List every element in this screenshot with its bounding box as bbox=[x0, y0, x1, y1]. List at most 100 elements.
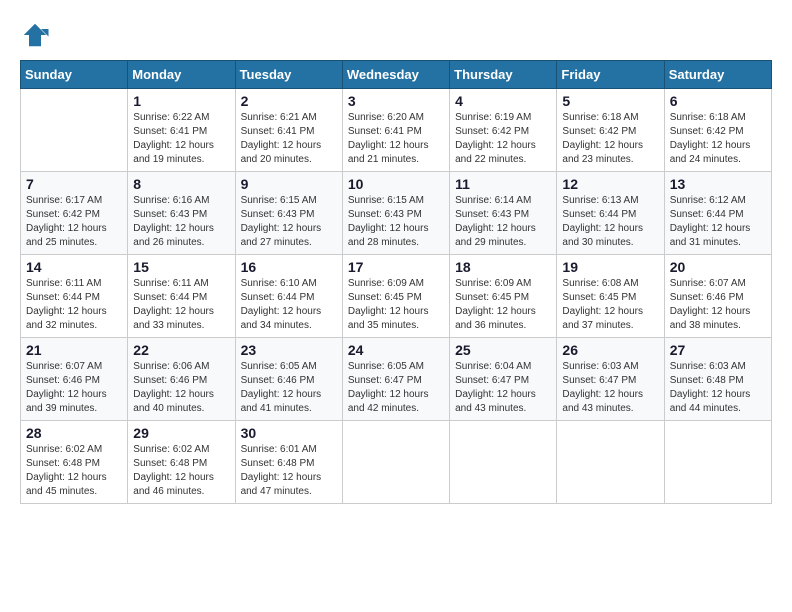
calendar-cell: 27 Sunrise: 6:03 AMSunset: 6:48 PMDayligh… bbox=[664, 338, 771, 421]
day-number: 21 bbox=[26, 342, 122, 358]
calendar-cell bbox=[664, 421, 771, 504]
calendar-cell: 25 Sunrise: 6:04 AMSunset: 6:47 PMDayligh… bbox=[450, 338, 557, 421]
day-number: 18 bbox=[455, 259, 551, 275]
day-info: Sunrise: 6:16 AMSunset: 6:43 PMDaylight:… bbox=[133, 194, 229, 250]
day-header-thursday: Thursday bbox=[450, 61, 557, 89]
calendar-week-row: 28 Sunrise: 6:02 AMSunset: 6:48 PMDayligh… bbox=[21, 421, 772, 504]
day-number: 19 bbox=[562, 259, 658, 275]
calendar-cell bbox=[450, 421, 557, 504]
day-number: 10 bbox=[348, 176, 444, 192]
logo-icon bbox=[20, 20, 50, 50]
day-number: 20 bbox=[670, 259, 766, 275]
day-info: Sunrise: 6:22 AMSunset: 6:41 PMDaylight:… bbox=[133, 111, 229, 167]
calendar-cell: 18 Sunrise: 6:09 AMSunset: 6:45 PMDayligh… bbox=[450, 255, 557, 338]
calendar-cell: 30 Sunrise: 6:01 AMSunset: 6:48 PMDayligh… bbox=[235, 421, 342, 504]
day-number: 29 bbox=[133, 425, 229, 441]
day-number: 6 bbox=[670, 93, 766, 109]
calendar-week-row: 1 Sunrise: 6:22 AMSunset: 6:41 PMDaylight… bbox=[21, 89, 772, 172]
day-info: Sunrise: 6:07 AMSunset: 6:46 PMDaylight:… bbox=[26, 360, 122, 416]
calendar-week-row: 14Sunrise: 6:11 AMSunset: 6:44 PMDayligh… bbox=[21, 255, 772, 338]
day-info: Sunrise: 6:20 AMSunset: 6:41 PMDaylight:… bbox=[348, 111, 444, 167]
day-header-friday: Friday bbox=[557, 61, 664, 89]
calendar-cell: 14Sunrise: 6:11 AMSunset: 6:44 PMDayligh… bbox=[21, 255, 128, 338]
calendar-table: SundayMondayTuesdayWednesdayThursdayFrid… bbox=[20, 60, 772, 504]
calendar-cell: 11 Sunrise: 6:14 AMSunset: 6:43 PMDayligh… bbox=[450, 172, 557, 255]
day-info: Sunrise: 6:09 AMSunset: 6:45 PMDaylight:… bbox=[455, 277, 551, 333]
day-info: Sunrise: 6:11 AMSunset: 6:44 PMDaylight:… bbox=[133, 277, 229, 333]
calendar-cell: 19 Sunrise: 6:08 AMSunset: 6:45 PMDayligh… bbox=[557, 255, 664, 338]
day-info: Sunrise: 6:06 AMSunset: 6:46 PMDaylight:… bbox=[133, 360, 229, 416]
day-number: 11 bbox=[455, 176, 551, 192]
calendar-cell: 29Sunrise: 6:02 AMSunset: 6:48 PMDayligh… bbox=[128, 421, 235, 504]
calendar-cell: 10 Sunrise: 6:15 AMSunset: 6:43 PMDayligh… bbox=[342, 172, 449, 255]
day-info: Sunrise: 6:15 AMSunset: 6:43 PMDaylight:… bbox=[348, 194, 444, 250]
calendar-cell: 26 Sunrise: 6:03 AMSunset: 6:47 PMDayligh… bbox=[557, 338, 664, 421]
day-info: Sunrise: 6:14 AMSunset: 6:43 PMDaylight:… bbox=[455, 194, 551, 250]
day-info: Sunrise: 6:03 AMSunset: 6:48 PMDaylight:… bbox=[670, 360, 766, 416]
calendar-cell: 7Sunrise: 6:17 AMSunset: 6:42 PMDaylight… bbox=[21, 172, 128, 255]
calendar-week-row: 21 Sunrise: 6:07 AMSunset: 6:46 PMDayligh… bbox=[21, 338, 772, 421]
day-header-sunday: Sunday bbox=[21, 61, 128, 89]
calendar-cell: 6 Sunrise: 6:18 AMSunset: 6:42 PMDaylight… bbox=[664, 89, 771, 172]
day-number: 2 bbox=[241, 93, 337, 109]
day-number: 23 bbox=[241, 342, 337, 358]
day-header-saturday: Saturday bbox=[664, 61, 771, 89]
day-header-tuesday: Tuesday bbox=[235, 61, 342, 89]
calendar-cell: 15 Sunrise: 6:11 AMSunset: 6:44 PMDayligh… bbox=[128, 255, 235, 338]
day-number: 27 bbox=[670, 342, 766, 358]
day-info: Sunrise: 6:05 AMSunset: 6:47 PMDaylight:… bbox=[348, 360, 444, 416]
calendar-cell: 1 Sunrise: 6:22 AMSunset: 6:41 PMDaylight… bbox=[128, 89, 235, 172]
calendar-cell: 16 Sunrise: 6:10 AMSunset: 6:44 PMDayligh… bbox=[235, 255, 342, 338]
day-info: Sunrise: 6:10 AMSunset: 6:44 PMDaylight:… bbox=[241, 277, 337, 333]
calendar-cell: 17 Sunrise: 6:09 AMSunset: 6:45 PMDayligh… bbox=[342, 255, 449, 338]
day-number: 3 bbox=[348, 93, 444, 109]
day-number: 7 bbox=[26, 176, 122, 192]
day-info: Sunrise: 6:04 AMSunset: 6:47 PMDaylight:… bbox=[455, 360, 551, 416]
day-info: Sunrise: 6:08 AMSunset: 6:45 PMDaylight:… bbox=[562, 277, 658, 333]
day-number: 17 bbox=[348, 259, 444, 275]
day-info: Sunrise: 6:07 AMSunset: 6:46 PMDaylight:… bbox=[670, 277, 766, 333]
day-info: Sunrise: 6:01 AMSunset: 6:48 PMDaylight:… bbox=[241, 443, 337, 499]
calendar-week-row: 7Sunrise: 6:17 AMSunset: 6:42 PMDaylight… bbox=[21, 172, 772, 255]
calendar-cell: 4Sunrise: 6:19 AMSunset: 6:42 PMDaylight… bbox=[450, 89, 557, 172]
calendar-cell: 22Sunrise: 6:06 AMSunset: 6:46 PMDayligh… bbox=[128, 338, 235, 421]
calendar-cell: 13 Sunrise: 6:12 AMSunset: 6:44 PMDayligh… bbox=[664, 172, 771, 255]
calendar-cell: 8 Sunrise: 6:16 AMSunset: 6:43 PMDaylight… bbox=[128, 172, 235, 255]
day-number: 12 bbox=[562, 176, 658, 192]
day-number: 16 bbox=[241, 259, 337, 275]
day-info: Sunrise: 6:03 AMSunset: 6:47 PMDaylight:… bbox=[562, 360, 658, 416]
calendar-cell: 12 Sunrise: 6:13 AMSunset: 6:44 PMDayligh… bbox=[557, 172, 664, 255]
calendar-cell: 5Sunrise: 6:18 AMSunset: 6:42 PMDaylight… bbox=[557, 89, 664, 172]
calendar-cell bbox=[557, 421, 664, 504]
day-info: Sunrise: 6:18 AMSunset: 6:42 PMDaylight:… bbox=[562, 111, 658, 167]
day-info: Sunrise: 6:02 AMSunset: 6:48 PMDaylight:… bbox=[26, 443, 122, 499]
calendar-cell: 24 Sunrise: 6:05 AMSunset: 6:47 PMDayligh… bbox=[342, 338, 449, 421]
day-number: 30 bbox=[241, 425, 337, 441]
calendar-cell bbox=[21, 89, 128, 172]
day-info: Sunrise: 6:18 AMSunset: 6:42 PMDaylight:… bbox=[670, 111, 766, 167]
day-number: 1 bbox=[133, 93, 229, 109]
calendar-cell: 21 Sunrise: 6:07 AMSunset: 6:46 PMDayligh… bbox=[21, 338, 128, 421]
day-info: Sunrise: 6:09 AMSunset: 6:45 PMDaylight:… bbox=[348, 277, 444, 333]
day-info: Sunrise: 6:19 AMSunset: 6:42 PMDaylight:… bbox=[455, 111, 551, 167]
day-info: Sunrise: 6:11 AMSunset: 6:44 PMDaylight:… bbox=[26, 277, 122, 333]
day-info: Sunrise: 6:21 AMSunset: 6:41 PMDaylight:… bbox=[241, 111, 337, 167]
day-number: 26 bbox=[562, 342, 658, 358]
logo bbox=[20, 20, 50, 50]
calendar-cell: 3 Sunrise: 6:20 AMSunset: 6:41 PMDaylight… bbox=[342, 89, 449, 172]
calendar-cell: 28 Sunrise: 6:02 AMSunset: 6:48 PMDayligh… bbox=[21, 421, 128, 504]
day-number: 28 bbox=[26, 425, 122, 441]
day-number: 8 bbox=[133, 176, 229, 192]
day-number: 15 bbox=[133, 259, 229, 275]
day-header-monday: Monday bbox=[128, 61, 235, 89]
day-info: Sunrise: 6:13 AMSunset: 6:44 PMDaylight:… bbox=[562, 194, 658, 250]
day-number: 25 bbox=[455, 342, 551, 358]
day-info: Sunrise: 6:12 AMSunset: 6:44 PMDaylight:… bbox=[670, 194, 766, 250]
day-number: 9 bbox=[241, 176, 337, 192]
day-number: 24 bbox=[348, 342, 444, 358]
day-info: Sunrise: 6:15 AMSunset: 6:43 PMDaylight:… bbox=[241, 194, 337, 250]
calendar-cell: 20 Sunrise: 6:07 AMSunset: 6:46 PMDayligh… bbox=[664, 255, 771, 338]
day-number: 13 bbox=[670, 176, 766, 192]
calendar-cell: 23Sunrise: 6:05 AMSunset: 6:46 PMDayligh… bbox=[235, 338, 342, 421]
calendar-cell: 9 Sunrise: 6:15 AMSunset: 6:43 PMDaylight… bbox=[235, 172, 342, 255]
